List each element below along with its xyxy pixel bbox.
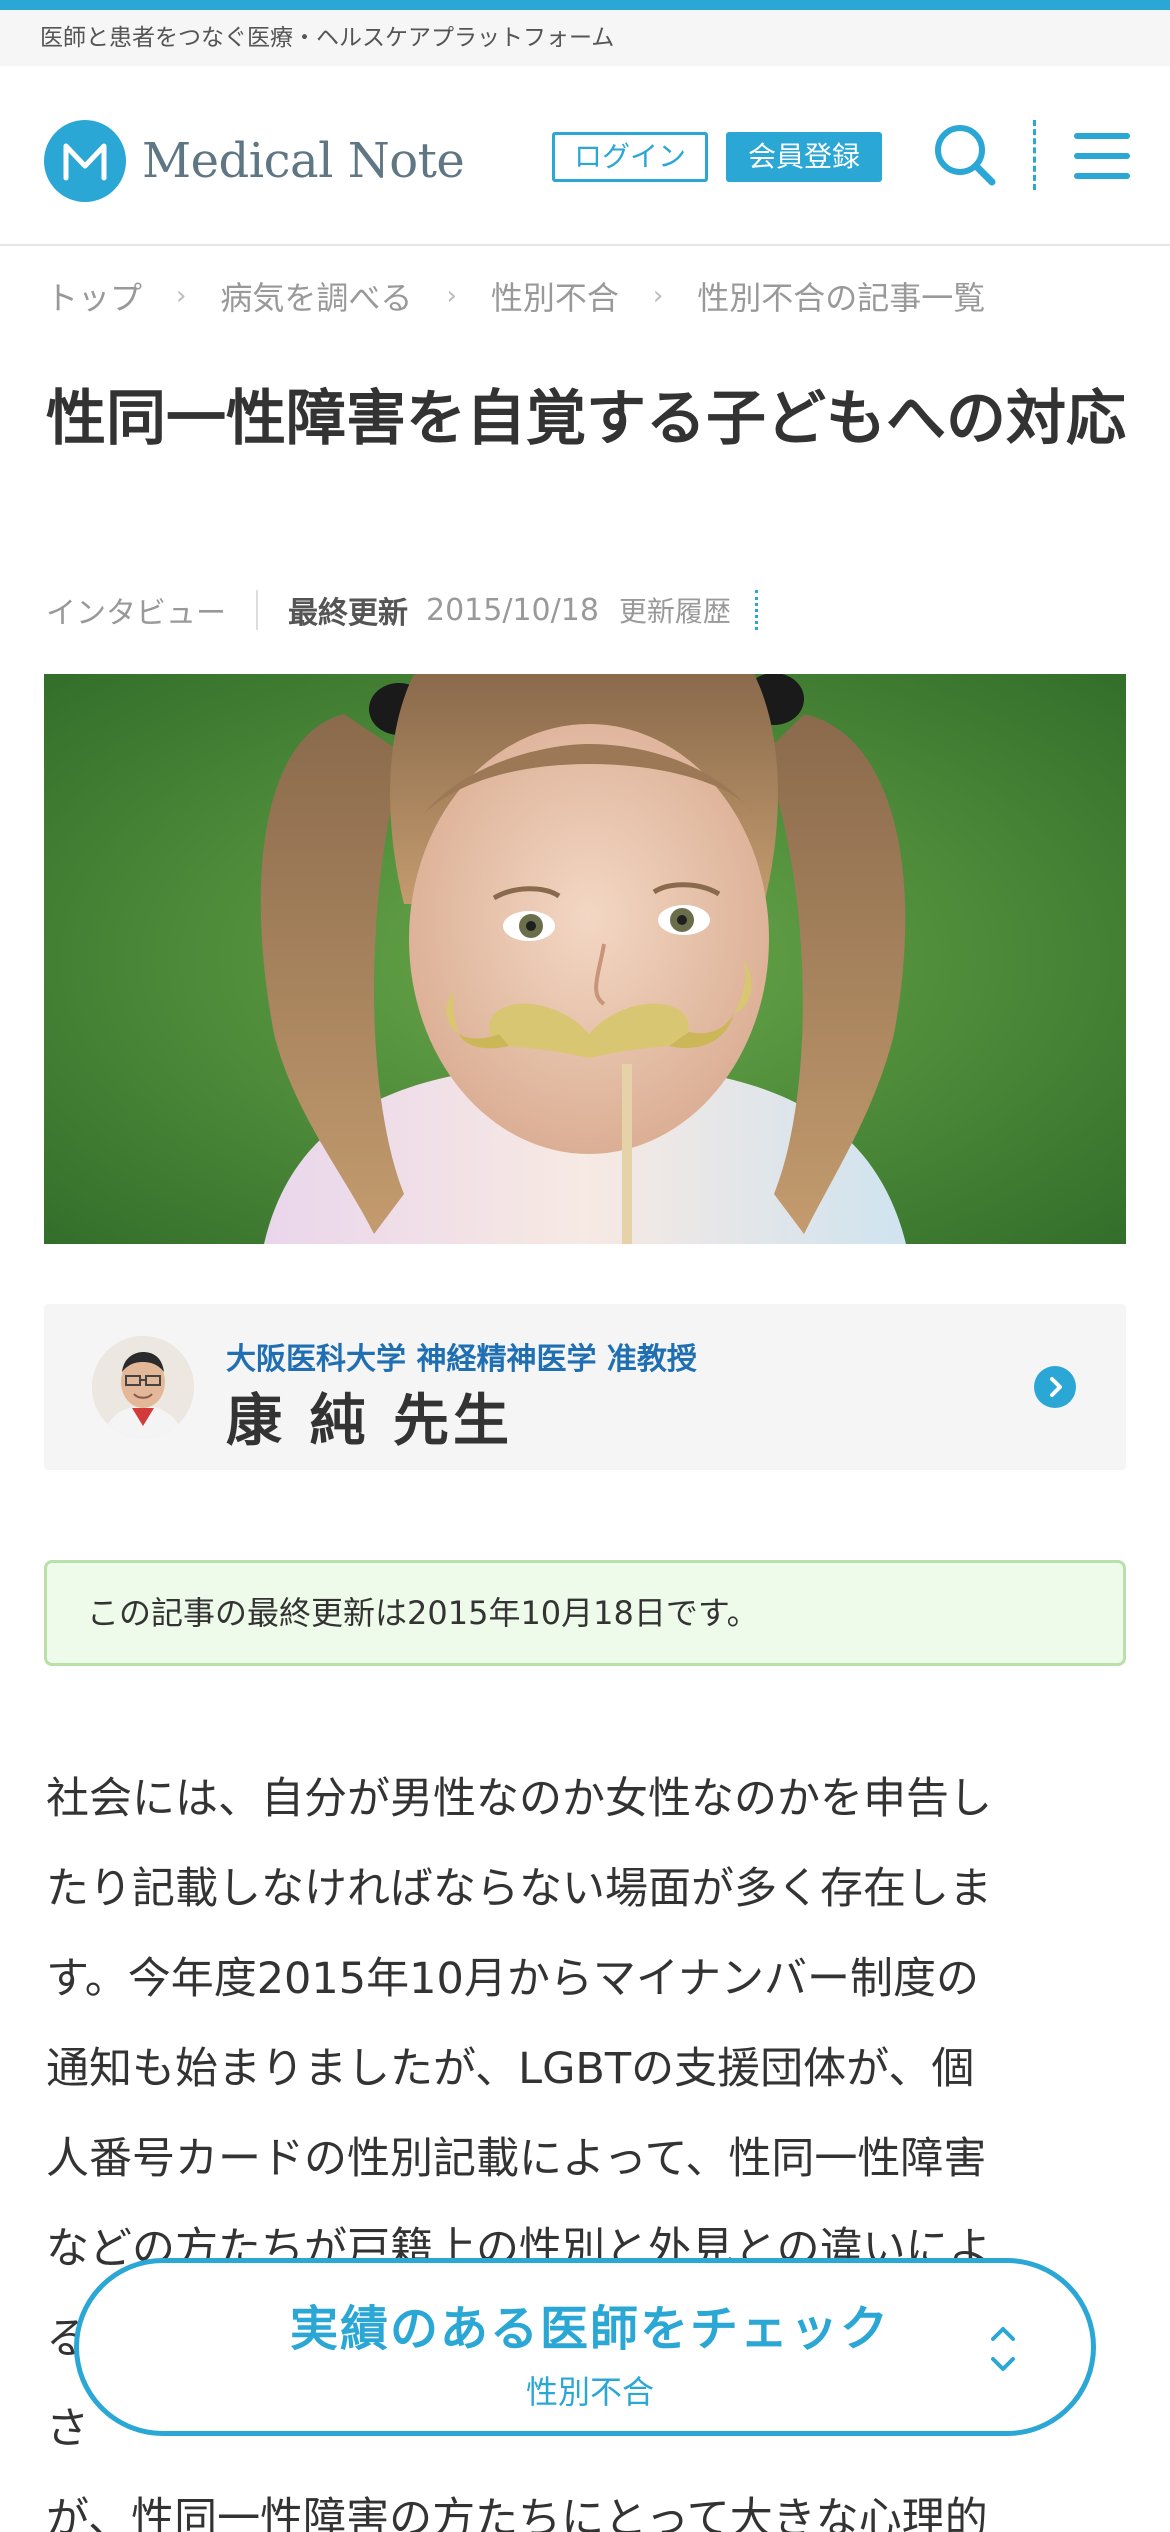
chevron-right-icon: › [652, 281, 664, 311]
article-type: インタビュー [46, 596, 226, 631]
article-title: 性同一性障害を自覚する子どもへの対応 [46, 384, 1126, 454]
logo-text[interactable]: Medical Note [142, 126, 465, 196]
last-updated-notice: この記事の最終更新は2015年10月18日です。 [44, 1560, 1126, 1666]
doctor-affiliation: 大阪医科大学 神経精神医学 准教授 [226, 1342, 697, 1377]
tagline-bar: 医師と患者をつなぐ医療・ヘルスケアプラットフォーム [0, 10, 1170, 66]
body-line: 社会には、自分が男性なのか女性なのかを申告し [46, 1774, 992, 1824]
hamburger-menu-icon[interactable] [1074, 126, 1130, 186]
updated-label: 最終更新 [288, 596, 408, 631]
breadcrumb-item[interactable]: トップ [46, 273, 142, 319]
meta-divider [256, 590, 258, 630]
chevron-right-icon: › [446, 281, 457, 311]
notice-text: この記事の最終更新は2015年10月18日です。 [87, 1594, 759, 1632]
hero-image [44, 674, 1126, 1244]
site-tagline: 医師と患者をつなぐ医療・ヘルスケアプラットフォーム [40, 25, 615, 51]
breadcrumb-item[interactable]: 病気を調べる [220, 273, 412, 319]
doctor-card[interactable]: 大阪医科大学 神経精神医学 准教授 康 純 先生 [44, 1304, 1126, 1470]
body-line: す。今年度2015年10月からマイナンバー制度の [46, 1954, 979, 2004]
article-meta: インタビュー 最終更新 2015/10/18 更新履歴 [46, 582, 761, 638]
find-doctor-cta-button[interactable]: 実績のある医師をチェック 性別不合 [74, 2258, 1096, 2436]
logo-icon[interactable] [44, 120, 126, 202]
updated-date: 2015/10/18 [426, 592, 599, 628]
chevron-right-icon[interactable] [1034, 1366, 1076, 1408]
breadcrumb: トップ › 病気を調べる › 性別不合 › 性別不合の記事一覧 [46, 268, 985, 324]
chevron-right-icon: › [176, 281, 187, 311]
page: 医師と患者をつなぐ医療・ヘルスケアプラットフォーム Medical Note ロ… [0, 0, 1170, 2532]
login-button[interactable]: ログイン [552, 132, 708, 182]
body-line: たり記載しなければならない場面が多く存在しま [46, 1864, 992, 1914]
breadcrumb-item[interactable]: 性別不合の記事一覧 [697, 273, 985, 319]
cta-sub-label: 性別不合 [525, 2373, 654, 2411]
site-header: Medical Note ログイン 会員登録 [0, 66, 1170, 246]
more-options-icon[interactable] [754, 590, 761, 630]
search-icon[interactable] [930, 120, 1000, 190]
update-history-link[interactable]: 更新履歴 [619, 590, 731, 630]
doctor-avatar [92, 1336, 194, 1438]
header-divider [1033, 120, 1036, 190]
register-button[interactable]: 会員登録 [726, 132, 882, 182]
expand-chevrons-icon[interactable] [983, 2319, 1023, 2379]
breadcrumb-item[interactable]: 性別不合 [491, 273, 619, 319]
top-accent-bar [0, 0, 1170, 10]
body-line: 通知も始まりましたが、LGBTの支援団体が、個 [46, 2044, 975, 2094]
doctor-name: 康 純 先生 [226, 1389, 513, 1454]
body-line: が、性同一性障害の方たちにとって大きな心理的 [46, 2494, 988, 2532]
cta-main-label: 実績のある医師をチェック [289, 2301, 890, 2357]
body-line: 人番号カードの性別記載によって、性同一性障害 [46, 2134, 987, 2184]
